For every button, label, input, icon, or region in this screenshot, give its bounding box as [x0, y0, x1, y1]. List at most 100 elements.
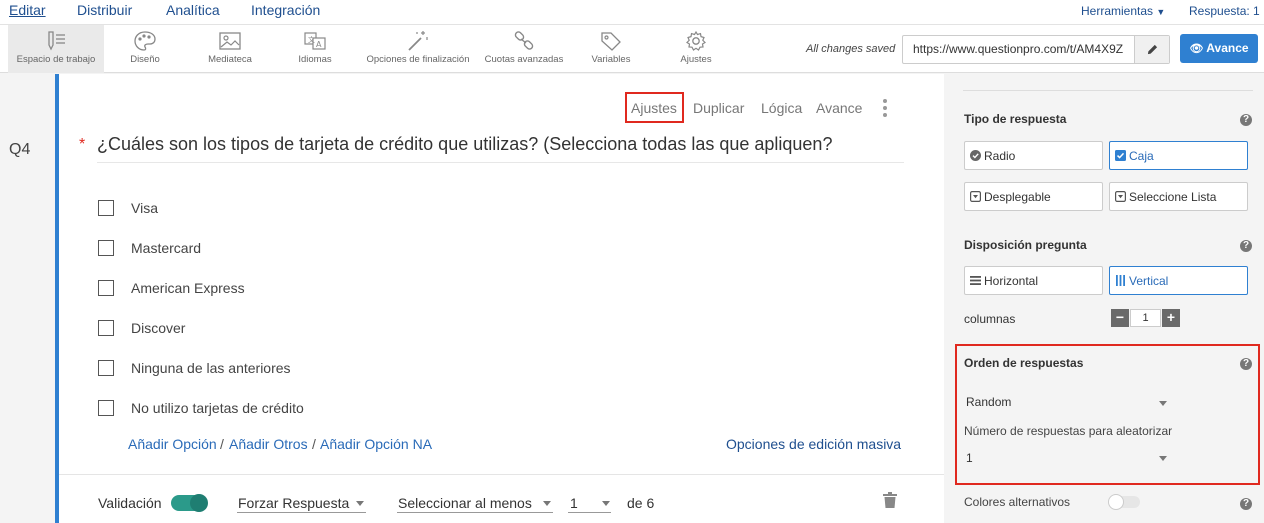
- alt-colors-toggle-knob[interactable]: [1108, 494, 1124, 510]
- trash-icon[interactable]: [883, 492, 897, 508]
- question-number: Q4: [9, 141, 31, 158]
- panel-divider: [963, 90, 1253, 91]
- question-divider: [97, 162, 904, 163]
- response-count[interactable]: Respuesta: 1: [1189, 4, 1260, 18]
- workspace-icon: [48, 31, 65, 51]
- tool-label: Variables: [591, 54, 631, 65]
- nav-tab-distribuir[interactable]: Distribuir: [77, 2, 132, 18]
- option-label: No utilizo tarjetas de crédito: [131, 400, 304, 416]
- option-checkbox[interactable]: [98, 320, 114, 336]
- edit-url-button[interactable]: [1134, 36, 1169, 63]
- vertical-lines-icon: [1116, 275, 1125, 286]
- add-option-link[interactable]: Añadir Opción: [128, 436, 217, 452]
- caret-down-icon: [356, 501, 364, 506]
- question-action-ajustes[interactable]: Ajustes: [631, 100, 677, 116]
- columns-decrement-button[interactable]: −: [1111, 309, 1129, 327]
- tools-menu[interactable]: Herramientas ▼: [1081, 4, 1165, 18]
- tool-label: Opciones de finalización: [366, 54, 470, 65]
- caret-down-icon: [1159, 456, 1167, 461]
- preview-button-label: Avance: [1206, 41, 1249, 55]
- validation-toggle-knob[interactable]: [190, 494, 208, 512]
- option-checkbox[interactable]: [98, 240, 114, 256]
- top-nav: Editar Distribuir Analítica Integración …: [0, 0, 1264, 25]
- caret-down-icon: ▼: [1156, 7, 1166, 17]
- tool-label: Ajustes: [680, 54, 712, 65]
- eye-icon: 👁: [1189, 43, 1204, 55]
- response-type-caja[interactable]: Caja: [1109, 141, 1248, 170]
- validation-rule-select[interactable]: Seleccionar al menos: [398, 495, 532, 511]
- tool-completion-options[interactable]: Opciones de finalización: [361, 25, 475, 73]
- layout-label: Vertical: [1129, 274, 1169, 288]
- tag-icon: [601, 32, 621, 51]
- question-action-duplicar[interactable]: Duplicar: [693, 100, 744, 116]
- validation-count-select[interactable]: 1: [570, 495, 578, 511]
- tool-settings[interactable]: Ajustes: [666, 25, 726, 73]
- validation-mode-select[interactable]: Forzar Respuesta: [238, 495, 349, 511]
- link-separator: /: [312, 436, 316, 452]
- tool-label: Idiomas: [298, 54, 332, 65]
- caret-down-icon: [602, 501, 610, 506]
- tool-design[interactable]: Diseño: [110, 25, 180, 73]
- link-separator: /: [220, 436, 224, 452]
- image-icon: [219, 32, 241, 50]
- tool-variables[interactable]: Variables: [580, 25, 642, 73]
- option-checkbox[interactable]: [98, 400, 114, 416]
- option-checkbox[interactable]: [98, 200, 114, 216]
- option-label: Visa: [131, 200, 158, 216]
- tool-label: Diseño: [130, 54, 160, 65]
- layout-label: Horizontal: [984, 274, 1039, 288]
- order-title: Orden de respuestas: [964, 356, 1084, 370]
- response-type-label: Radio: [984, 149, 1016, 163]
- gear-icon: [686, 30, 706, 51]
- columns-increment-button[interactable]: +: [1162, 309, 1180, 327]
- option-checkbox[interactable]: [98, 280, 114, 296]
- svg-text:A: A: [316, 40, 322, 49]
- help-icon[interactable]: ?: [1240, 498, 1252, 510]
- pencil-icon: [1147, 44, 1158, 55]
- required-marker: *: [79, 136, 86, 153]
- response-type-select-list[interactable]: Seleccione Lista: [1109, 182, 1248, 211]
- response-type-label: Desplegable: [984, 190, 1051, 204]
- add-na-option-link[interactable]: Añadir Opción NA: [320, 436, 432, 452]
- tool-advanced-quotas[interactable]: Cuotas avanzadas: [482, 25, 566, 73]
- question-action-avance[interactable]: Avance: [816, 100, 862, 116]
- question-text[interactable]: ¿Cuáles son los tipos de tarjeta de créd…: [97, 134, 832, 155]
- option-label: American Express: [131, 280, 245, 296]
- alt-colors-label: Colores alternativos: [964, 495, 1071, 509]
- tool-media[interactable]: Mediateca: [195, 25, 265, 73]
- preview-button[interactable]: 👁 Avance: [1180, 34, 1258, 63]
- tool-languages[interactable]: 文A Idiomas: [282, 25, 348, 73]
- checkbox-checked-icon: [1115, 150, 1126, 161]
- layout-vertical[interactable]: Vertical: [1109, 266, 1248, 295]
- response-type-radio[interactable]: Radio: [964, 141, 1103, 170]
- help-icon[interactable]: ?: [1240, 358, 1252, 370]
- add-other-link[interactable]: Añadir Otros: [229, 436, 308, 452]
- option-label: Discover: [131, 320, 186, 336]
- question-action-logica[interactable]: Lógica: [761, 100, 802, 116]
- tool-workspace[interactable]: Espacio de trabajo: [8, 25, 104, 73]
- nav-tab-editar[interactable]: Editar: [9, 2, 46, 18]
- select-underline: [568, 512, 611, 513]
- randomize-count-select[interactable]: 1: [966, 451, 973, 465]
- survey-url-text: https://www.questionpro.com/t/AM4X9Z: [913, 42, 1124, 56]
- response-type-label: Caja: [1129, 149, 1154, 163]
- option-label: Mastercard: [131, 240, 202, 256]
- option-checkbox[interactable]: [98, 360, 114, 376]
- palette-icon: [134, 31, 156, 51]
- caret-down-icon: [1159, 401, 1167, 406]
- more-options-icon[interactable]: [880, 97, 890, 119]
- validation-label: Validación: [98, 495, 162, 511]
- nav-tab-analitica[interactable]: Analítica: [166, 2, 220, 18]
- tools-menu-label: Herramientas: [1081, 4, 1154, 18]
- order-select[interactable]: Random: [966, 395, 1011, 409]
- tool-label: Cuotas avanzadas: [484, 54, 564, 65]
- response-type-dropdown[interactable]: Desplegable: [964, 182, 1103, 211]
- card-divider: [59, 474, 944, 475]
- layout-horizontal[interactable]: Horizontal: [964, 266, 1103, 295]
- nav-tab-integracion[interactable]: Integración: [251, 2, 320, 18]
- columns-input[interactable]: 1: [1130, 309, 1161, 327]
- bulk-edit-link[interactable]: Opciones de edición masiva: [726, 436, 901, 452]
- help-icon[interactable]: ?: [1240, 114, 1252, 126]
- help-icon[interactable]: ?: [1240, 240, 1252, 252]
- svg-text:文: 文: [308, 35, 315, 44]
